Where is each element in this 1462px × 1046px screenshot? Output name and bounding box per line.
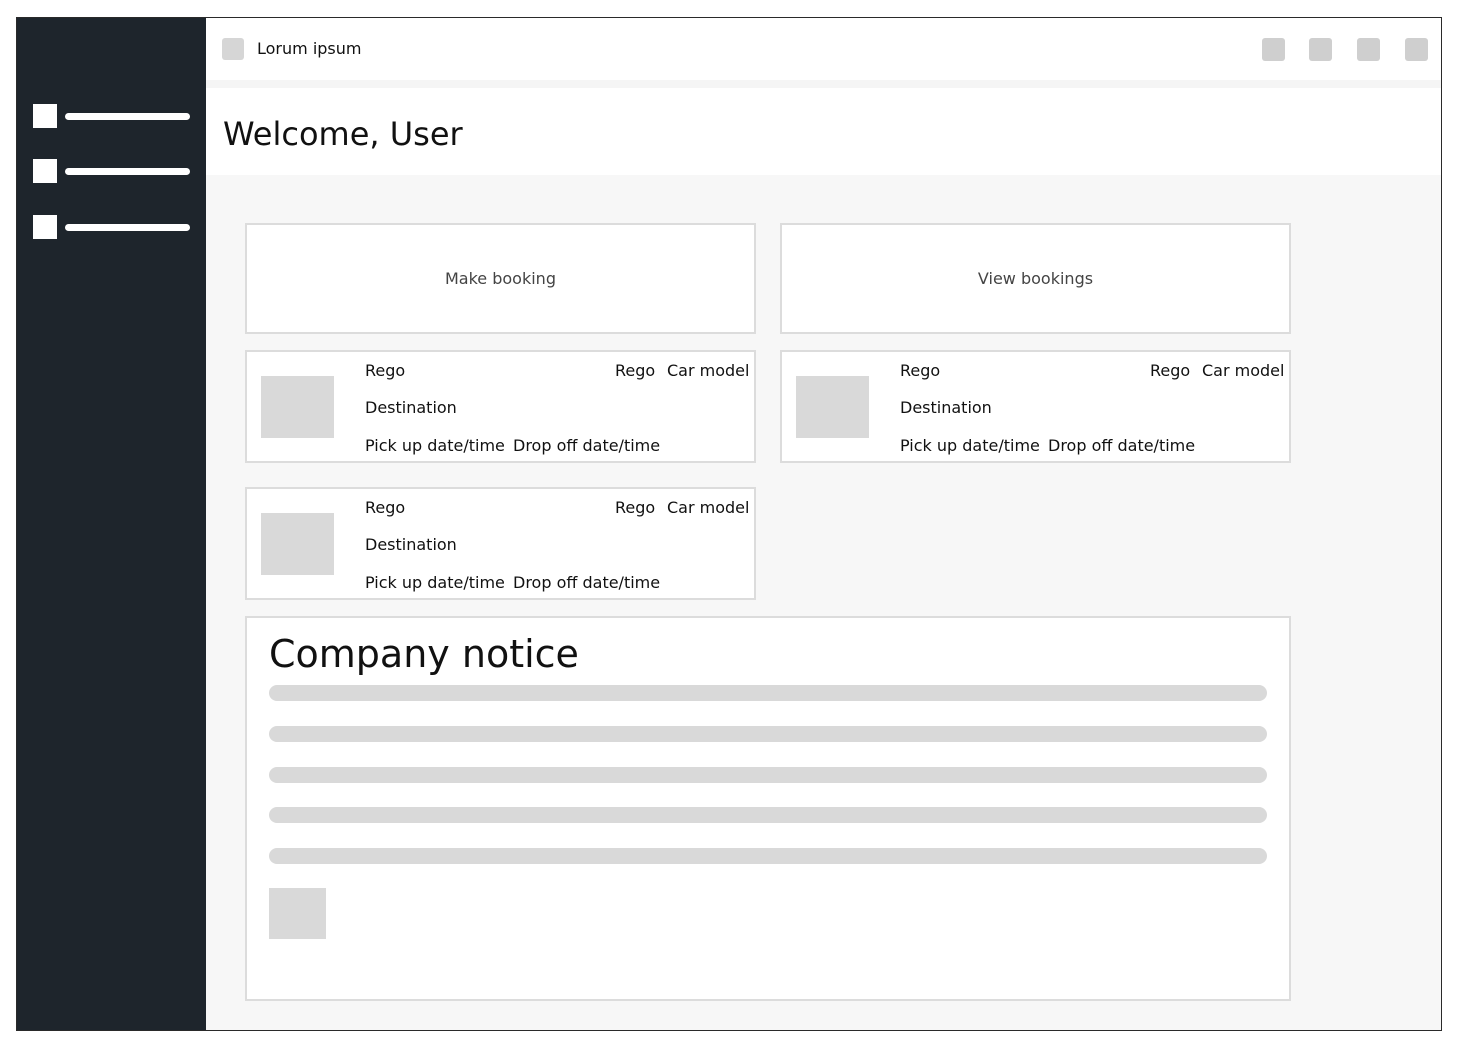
sidebar-item-1[interactable] — [33, 104, 193, 128]
action-icon-1[interactable] — [1262, 38, 1285, 61]
view-bookings-button[interactable]: View bookings — [780, 223, 1291, 334]
text-placeholder-line — [269, 767, 1267, 783]
nav-icon — [33, 159, 57, 183]
make-booking-label: Make booking — [445, 269, 556, 288]
action-icon-4[interactable] — [1405, 38, 1428, 61]
dropoff-datetime: Drop off date/time — [513, 436, 661, 455]
text-placeholder-line — [269, 807, 1267, 823]
sidebar — [17, 18, 206, 1030]
rego-value: Rego — [615, 361, 656, 380]
nav-icon — [33, 215, 57, 239]
dropoff-datetime: Drop off date/time — [1048, 436, 1196, 455]
topbar-divider — [206, 80, 1441, 88]
destination: Destination — [900, 398, 992, 417]
rego-value: Rego — [1150, 361, 1191, 380]
car-model: Car model — [667, 361, 750, 380]
page-title: Welcome, User — [223, 115, 463, 153]
app-title: Lorum ipsum — [257, 39, 362, 58]
sidebar-item-label-placeholder — [65, 113, 190, 120]
car-thumbnail — [261, 376, 334, 438]
destination: Destination — [365, 398, 457, 417]
booking-card[interactable]: Rego Rego Car model Destination Pick up … — [245, 487, 756, 600]
company-notice-panel: Company notice — [245, 616, 1291, 1001]
destination: Destination — [365, 535, 457, 554]
notice-title: Company notice — [269, 632, 579, 676]
rego-label: Rego — [365, 361, 406, 380]
view-bookings-label: View bookings — [977, 269, 1094, 288]
booking-card[interactable]: Rego Rego Car model Destination Pick up … — [245, 350, 756, 463]
text-placeholder-line — [269, 685, 1267, 701]
dropoff-datetime: Drop off date/time — [513, 573, 661, 592]
rego-label: Rego — [365, 498, 406, 517]
booking-card[interactable]: Rego Rego Car model Destination Pick up … — [780, 350, 1291, 463]
rego-label: Rego — [900, 361, 941, 380]
app-window: Lorum ipsum Welcome, User Make booking V… — [16, 17, 1442, 1031]
action-icon-3[interactable] — [1357, 38, 1380, 61]
pickup-datetime: Pick up date/time — [365, 573, 505, 592]
car-model: Car model — [1202, 361, 1285, 380]
text-placeholder-line — [269, 726, 1267, 742]
car-thumbnail — [261, 513, 334, 575]
top-bar: Lorum ipsum — [206, 18, 1441, 80]
sidebar-item-label-placeholder — [65, 168, 190, 175]
sidebar-item-3[interactable] — [33, 215, 193, 239]
page-header: Welcome, User — [206, 88, 1441, 175]
logo-icon — [222, 38, 244, 60]
text-placeholder-line — [269, 848, 1267, 864]
car-thumbnail — [796, 376, 869, 438]
pickup-datetime: Pick up date/time — [900, 436, 1040, 455]
rego-value: Rego — [615, 498, 656, 517]
image-placeholder — [269, 888, 326, 939]
nav-icon — [33, 104, 57, 128]
sidebar-item-2[interactable] — [33, 159, 193, 183]
pickup-datetime: Pick up date/time — [365, 436, 505, 455]
car-model: Car model — [667, 498, 750, 517]
action-icon-2[interactable] — [1309, 38, 1332, 61]
sidebar-item-label-placeholder — [65, 224, 190, 231]
make-booking-button[interactable]: Make booking — [245, 223, 756, 334]
